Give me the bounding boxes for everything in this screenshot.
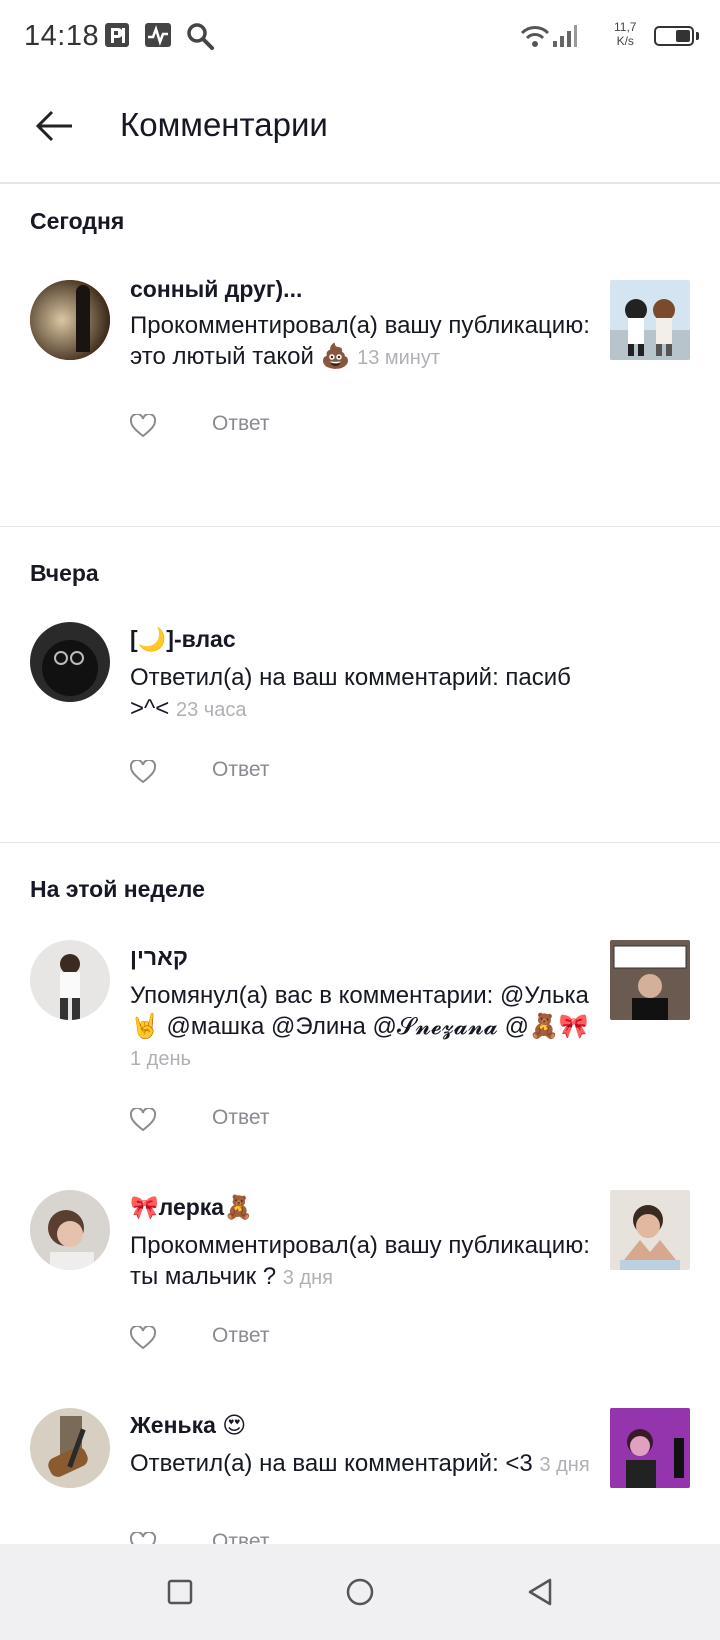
- message-text: Прокомментировал(а) вашу публикацию: ты …: [130, 1232, 590, 1290]
- message-text: Упомянул(а) вас в комментарии: @Улька🤘 @…: [130, 982, 589, 1040]
- notification-message: Ответил(а) на ваш комментарий: <3 3 дня: [130, 1448, 590, 1481]
- post-thumbnail[interactable]: [610, 1190, 690, 1270]
- parking-p-icon: [104, 22, 130, 53]
- arrow-left-icon: [34, 110, 74, 147]
- home-button[interactable]: [340, 1572, 380, 1612]
- username[interactable]: קארין: [130, 944, 188, 971]
- heart-outline-icon: [129, 1324, 157, 1350]
- back-button[interactable]: [28, 102, 80, 154]
- username[interactable]: 🎀лерка🧸: [130, 1194, 253, 1221]
- message-text: Ответил(а) на ваш комментарий: <3: [130, 1450, 533, 1477]
- recent-apps-square-icon: [167, 1579, 193, 1605]
- battery-tip: [696, 32, 699, 40]
- avatar[interactable]: [30, 622, 110, 702]
- search-icon: [186, 22, 214, 55]
- timestamp: 23 часа: [175, 699, 247, 721]
- like-button[interactable]: [129, 1324, 157, 1350]
- activity-monitor-icon: [144, 22, 172, 53]
- notification-message: Ответил(а) на ваш комментарий: пасиб >^<…: [130, 662, 590, 726]
- back-nav-button[interactable]: [520, 1572, 560, 1612]
- timestamp: 13 минут: [357, 347, 441, 369]
- reply-button[interactable]: Ответ: [212, 1324, 269, 1348]
- avatar[interactable]: [30, 280, 110, 360]
- section-divider: [0, 842, 720, 843]
- system-nav-bar: [0, 1544, 720, 1640]
- signal-icon: [552, 24, 578, 53]
- avatar[interactable]: [30, 940, 110, 1020]
- avatar[interactable]: [30, 1190, 110, 1270]
- post-thumbnail[interactable]: [610, 940, 690, 1020]
- timestamp: 3 дня: [282, 1267, 333, 1289]
- app-bar: Комментарии: [0, 72, 720, 184]
- home-circle-icon: [346, 1578, 374, 1606]
- like-button[interactable]: [129, 412, 157, 438]
- section-divider: [0, 526, 720, 527]
- wifi-icon: [520, 24, 550, 53]
- back-triangle-icon: [528, 1578, 552, 1606]
- like-button[interactable]: [129, 758, 157, 784]
- battery-icon: [654, 26, 694, 46]
- post-thumbnail[interactable]: [610, 1408, 690, 1488]
- section-title-this-week: На этой неделе: [30, 876, 205, 902]
- recent-apps-button[interactable]: [160, 1572, 200, 1612]
- notification-message: Прокомментировал(а) вашу публикацию: это…: [130, 310, 590, 374]
- post-thumbnail[interactable]: [610, 280, 690, 360]
- notification-message: Прокомментировал(а) вашу публикацию: ты …: [130, 1230, 590, 1294]
- speed-value: 11,7: [614, 20, 637, 34]
- username[interactable]: Женька 😍: [130, 1412, 246, 1439]
- timestamp: 3 дня: [539, 1454, 590, 1476]
- username[interactable]: сонный друг)...: [130, 276, 302, 303]
- heart-outline-icon: [129, 758, 157, 784]
- heart-outline-icon: [129, 412, 157, 438]
- reply-button[interactable]: Ответ: [212, 412, 269, 436]
- section-title-yesterday: Вчера: [30, 560, 99, 586]
- reply-button[interactable]: Ответ: [212, 1106, 269, 1130]
- network-speed: 11,7 K/s: [614, 20, 636, 48]
- username[interactable]: [🌙]-влас: [130, 626, 236, 653]
- like-button[interactable]: [129, 1106, 157, 1132]
- reply-button[interactable]: Ответ: [212, 758, 269, 782]
- status-time: 14:18: [24, 20, 100, 52]
- notification-message: Упомянул(а) вас в комментарии: @Улька🤘 @…: [130, 980, 590, 1075]
- section-title-today: Сегодня: [30, 208, 125, 234]
- speed-unit: K/s: [616, 34, 634, 48]
- timestamp: 1 день: [130, 1048, 191, 1070]
- heart-outline-icon: [129, 1106, 157, 1132]
- avatar[interactable]: [30, 1408, 110, 1488]
- page-title: Комментарии: [120, 106, 328, 143]
- status-bar: 14:18 11,7 K/s: [0, 0, 720, 72]
